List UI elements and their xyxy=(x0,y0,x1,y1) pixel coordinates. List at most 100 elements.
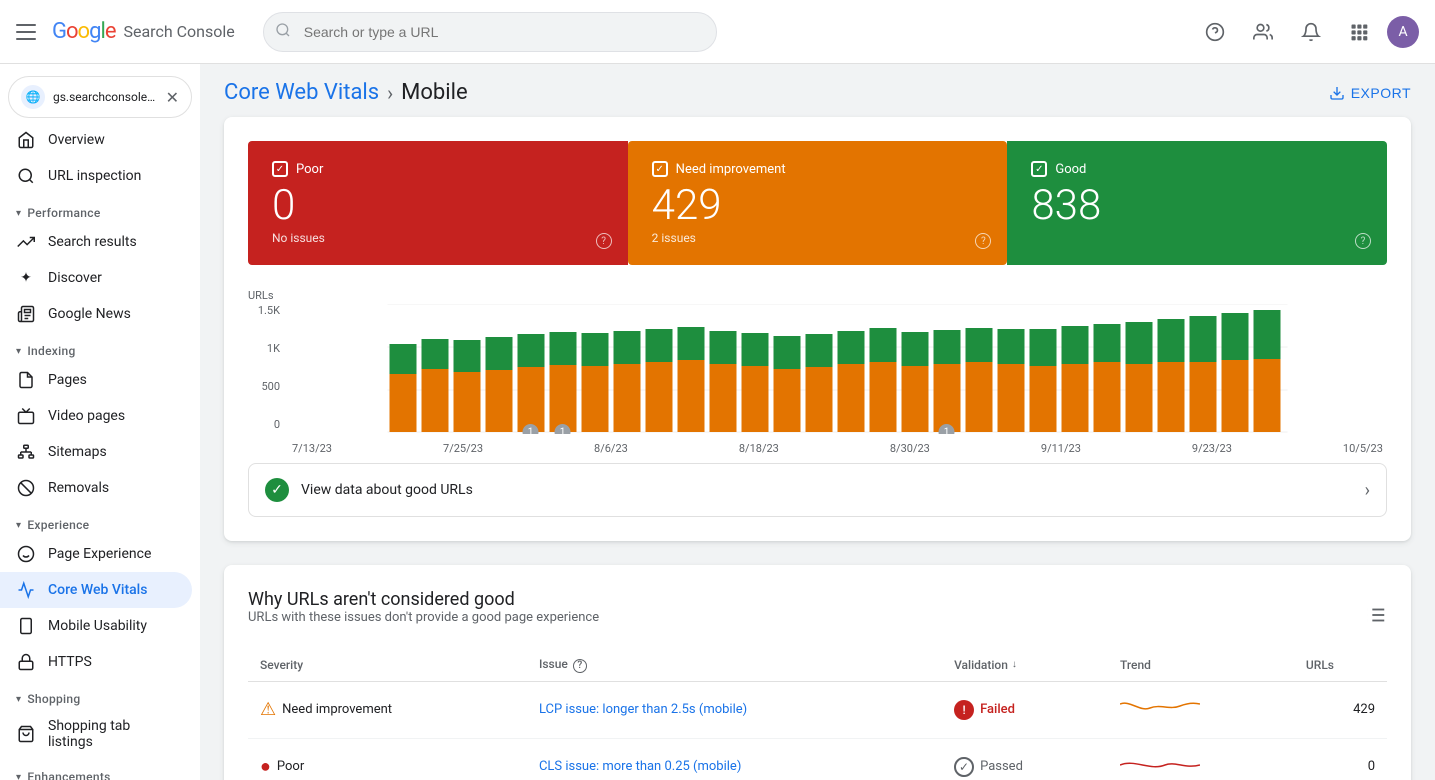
export-button[interactable]: EXPORT xyxy=(1329,85,1411,101)
warn-triangle-icon: ⚠ xyxy=(260,699,276,720)
status-box-poor: ✓ Poor 0 No issues ? xyxy=(248,141,628,265)
breadcrumb-parent[interactable]: Core Web Vitals xyxy=(224,80,379,105)
filter-icon[interactable] xyxy=(1365,604,1387,631)
view-data-link[interactable]: ✓ View data about good URLs › xyxy=(248,463,1387,517)
x-label-8: 10/5/23 xyxy=(1343,442,1383,455)
chart-url-label: URLs xyxy=(248,289,1387,302)
fail-icon: ! xyxy=(954,700,974,720)
th-urls: URLs xyxy=(1294,649,1387,681)
removals-icon xyxy=(16,478,36,498)
need-check-icon: ✓ xyxy=(652,161,668,177)
account-circle-icon[interactable] xyxy=(1243,12,1283,52)
section-enhancements[interactable]: ▾ Enhancements xyxy=(0,758,200,780)
sidebar-item-https[interactable]: HTTPS xyxy=(0,644,192,680)
shopping-icon xyxy=(16,724,36,744)
validation-text: Failed xyxy=(980,702,1015,717)
vitals-icon xyxy=(16,580,36,600)
sidebar-item-google-news[interactable]: Google News xyxy=(0,296,192,332)
sidebar-item-video-pages[interactable]: Video pages xyxy=(0,398,192,434)
x-label-4: 8/18/23 xyxy=(739,442,779,455)
breadcrumb-current: Mobile xyxy=(401,80,467,105)
chart-x-labels: 7/13/23 7/25/23 8/6/23 8/18/23 8/30/23 9… xyxy=(288,442,1387,455)
need-help-icon[interactable]: ? xyxy=(975,233,991,249)
property-close-icon[interactable]: ✕ xyxy=(166,88,179,107)
caret-indexing-icon: ▾ xyxy=(16,346,21,357)
x-label-1: 7/13/23 xyxy=(292,442,332,455)
search-input[interactable] xyxy=(263,12,717,52)
section-indexing[interactable]: ▾ Indexing xyxy=(0,332,200,362)
status-chart-card: ✓ Poor 0 No issues ? ✓ Need improvement … xyxy=(224,117,1411,541)
sidebar-url-label: URL inspection xyxy=(48,168,141,184)
news-icon xyxy=(16,304,36,324)
poor-check-icon: ✓ xyxy=(272,161,288,177)
sidebar-removals-label: Removals xyxy=(48,480,109,496)
y-label-500: 500 xyxy=(261,380,280,393)
poor-value: 0 xyxy=(272,185,604,227)
main-content: Core Web Vitals › Mobile EXPORT ✓ Poor 0 xyxy=(200,64,1435,780)
good-help-icon[interactable]: ? xyxy=(1355,233,1371,249)
issue-help-icon[interactable]: ? xyxy=(573,659,587,673)
sidebar-item-url-inspection[interactable]: URL inspection xyxy=(0,158,192,194)
help-icon[interactable] xyxy=(1195,12,1235,52)
google-logo: Google xyxy=(52,19,115,44)
section-performance[interactable]: ▾ Performance xyxy=(0,194,200,224)
section-indexing-label: Indexing xyxy=(27,344,75,358)
x-label-3: 8/6/23 xyxy=(594,442,628,455)
x-label-7: 9/23/23 xyxy=(1192,442,1232,455)
pass-icon: ✓ xyxy=(954,757,974,777)
topbar: Google Search Console A xyxy=(0,0,1435,64)
issue-cell[interactable]: LCP issue: longer than 2.5s (mobile) xyxy=(527,681,942,738)
issues-card: Why URLs aren't considered good URLs wit… xyxy=(224,565,1411,780)
sidebar-experience-label: Page Experience xyxy=(48,546,151,562)
property-selector[interactable]: 🌐 gs.searchconsole.co... ✕ xyxy=(8,76,192,118)
validation-cell: ✓Passed xyxy=(942,738,1108,780)
trend-cell xyxy=(1108,681,1294,738)
menu-icon[interactable] xyxy=(16,20,40,44)
discover-icon: ✦ xyxy=(16,268,36,288)
urls-count-cell: 429 xyxy=(1294,681,1387,738)
poor-help-icon[interactable]: ? xyxy=(596,233,612,249)
sidebar-item-core-web-vitals[interactable]: Core Web Vitals xyxy=(0,572,192,608)
sidebar: 🌐 gs.searchconsole.co... ✕ Overview URL … xyxy=(0,64,200,780)
sidebar-item-discover[interactable]: ✦ Discover xyxy=(0,260,192,296)
sidebar-item-mobile-usability[interactable]: Mobile Usability xyxy=(0,608,192,644)
svg-text:1: 1 xyxy=(528,427,534,434)
table-row[interactable]: ●PoorCLS issue: more than 0.25 (mobile)✓… xyxy=(248,738,1387,780)
error-circle-icon: ● xyxy=(260,756,271,777)
export-label: EXPORT xyxy=(1351,85,1411,101)
severity-cell: ● Poor xyxy=(248,738,527,780)
caret-enhancements-icon: ▾ xyxy=(16,772,21,780)
table-row[interactable]: ⚠ Need improvement LCP issue: longer than … xyxy=(248,681,1387,738)
caret-shopping-icon: ▾ xyxy=(16,694,21,705)
search-results-icon xyxy=(16,232,36,252)
sidebar-item-overview[interactable]: Overview xyxy=(0,122,192,158)
pages-icon xyxy=(16,370,36,390)
issue-cell[interactable]: CLS issue: more than 0.25 (mobile) xyxy=(527,738,942,780)
sidebar-item-pages[interactable]: Pages xyxy=(0,362,192,398)
th-validation[interactable]: Validation ↓ xyxy=(942,649,1108,681)
status-boxes: ✓ Poor 0 No issues ? ✓ Need improvement … xyxy=(248,141,1387,265)
chart-wrapper: 1.5K 1K 500 0 xyxy=(248,304,1387,455)
topbar-logo[interactable]: Google Search Console xyxy=(52,19,235,44)
good-label: Good xyxy=(1055,162,1086,177)
poor-label: Poor xyxy=(296,162,323,177)
sidebar-overview-label: Overview xyxy=(48,132,105,148)
caret-icon: ▾ xyxy=(16,208,21,219)
sidebar-item-shopping-tab[interactable]: Shopping tab listings xyxy=(0,710,192,758)
severity-text: Poor xyxy=(277,759,304,774)
sidebar-item-removals[interactable]: Removals xyxy=(0,470,192,506)
need-label: Need improvement xyxy=(676,162,786,177)
sidebar-https-label: HTTPS xyxy=(48,654,92,670)
th-severity: Severity xyxy=(248,649,527,681)
sidebar-item-search-results[interactable]: Search results xyxy=(0,224,192,260)
sidebar-item-sitemaps[interactable]: Sitemaps xyxy=(0,434,192,470)
sidebar-item-page-experience[interactable]: Page Experience xyxy=(0,536,192,572)
section-experience[interactable]: ▾ Experience xyxy=(0,506,200,536)
apps-icon[interactable] xyxy=(1339,12,1379,52)
notifications-icon[interactable] xyxy=(1291,12,1331,52)
chart-area: URLs 1.5K 1K 500 0 xyxy=(248,289,1387,455)
user-avatar[interactable]: A xyxy=(1387,16,1419,48)
th-issue: Issue ? xyxy=(527,649,942,681)
section-shopping[interactable]: ▾ Shopping xyxy=(0,680,200,710)
severity-text: Need improvement xyxy=(282,702,392,717)
